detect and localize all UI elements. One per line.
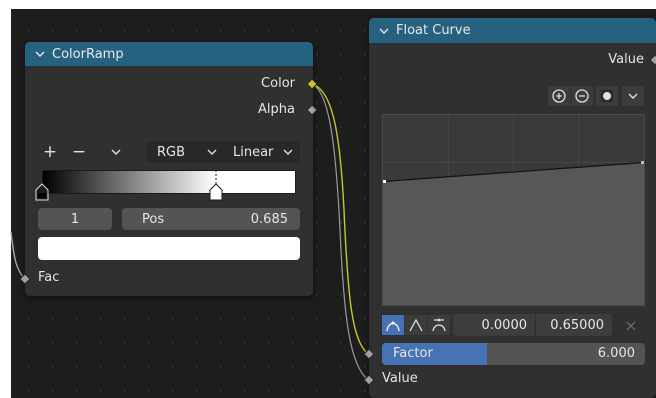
input-value: Value bbox=[382, 371, 418, 386]
output-color: Color bbox=[261, 76, 295, 91]
stop-index-field[interactable]: 1 bbox=[38, 208, 112, 230]
colorramp-node[interactable]: ColorRamp Color Alpha + − RGB Linear 1 P… bbox=[19, 42, 318, 296]
curve-point[interactable] bbox=[383, 180, 386, 183]
stop-color-swatch[interactable] bbox=[38, 237, 300, 260]
zoom-out-icon[interactable] bbox=[571, 86, 593, 106]
stop-position-value: 0.685 bbox=[250, 211, 288, 227]
colorramp-header[interactable]: ColorRamp bbox=[25, 42, 313, 66]
curve-graph[interactable] bbox=[382, 114, 645, 306]
chevron-down-icon[interactable] bbox=[378, 25, 390, 37]
curve-view-controls bbox=[548, 86, 644, 108]
interpolation-value: Linear bbox=[233, 144, 274, 160]
point-x-value: 0.0000 bbox=[481, 317, 528, 333]
zoom-in-icon[interactable] bbox=[548, 86, 570, 106]
auto-clamped-handle-icon[interactable] bbox=[428, 315, 450, 335]
stop-index-value: 1 bbox=[70, 211, 80, 227]
output-value: Value bbox=[608, 52, 644, 67]
color-stop-marker[interactable] bbox=[209, 170, 223, 202]
curve-area bbox=[383, 162, 644, 305]
stop-position-label: Pos bbox=[142, 211, 165, 227]
vector-handle-icon[interactable] bbox=[405, 315, 427, 335]
curve-menu-button[interactable] bbox=[622, 86, 644, 106]
interpolation-dropdown[interactable]: Linear bbox=[224, 141, 300, 163]
factor-value: 6.000 bbox=[597, 346, 635, 361]
clipping-icon[interactable] bbox=[596, 86, 618, 106]
color-mode-value: RGB bbox=[157, 144, 186, 160]
curve-point[interactable] bbox=[641, 161, 644, 164]
color-stop-marker[interactable] bbox=[35, 170, 49, 202]
float-curve-title: Float Curve bbox=[396, 23, 471, 38]
point-y-value: 0.65000 bbox=[550, 317, 604, 333]
output-alpha: Alpha bbox=[258, 102, 295, 117]
ramp-menu-button[interactable] bbox=[108, 144, 124, 160]
chevron-down-icon bbox=[628, 93, 638, 99]
delete-point-button[interactable]: × bbox=[621, 315, 641, 335]
point-x-field[interactable]: 0.0000 bbox=[453, 314, 535, 336]
chevron-down-icon[interactable] bbox=[34, 48, 46, 60]
factor-label: Factor bbox=[393, 346, 433, 361]
input-value-label: Value bbox=[382, 371, 418, 386]
chevron-down-icon bbox=[111, 149, 121, 155]
input-fac: Fac bbox=[38, 270, 59, 285]
point-y-field[interactable]: 0.65000 bbox=[536, 314, 612, 336]
output-color-label: Color bbox=[261, 76, 295, 91]
chevron-down-icon bbox=[207, 149, 217, 155]
colorramp-title: ColorRamp bbox=[52, 46, 124, 62]
value-output-socket[interactable] bbox=[649, 54, 656, 66]
output-value-label: Value bbox=[608, 52, 644, 67]
float-curve-node[interactable]: Float Curve Value 0.0000 0.65000 × Facto… bbox=[363, 18, 656, 398]
stop-position-field[interactable]: Pos 0.685 bbox=[122, 208, 300, 230]
add-stop-button[interactable]: + bbox=[41, 142, 59, 162]
output-alpha-label: Alpha bbox=[258, 102, 295, 117]
remove-stop-button[interactable]: − bbox=[70, 142, 88, 162]
auto-handle-icon[interactable] bbox=[382, 315, 404, 335]
chevron-down-icon bbox=[283, 149, 293, 155]
float-curve-header[interactable]: Float Curve bbox=[369, 18, 656, 43]
curve-plot[interactable] bbox=[383, 115, 644, 305]
color-mode-dropdown[interactable]: RGB bbox=[146, 141, 224, 163]
factor-slider[interactable]: Factor 6.000 bbox=[382, 343, 645, 365]
color-stops bbox=[35, 170, 296, 202]
input-fac-label: Fac bbox=[38, 270, 60, 285]
